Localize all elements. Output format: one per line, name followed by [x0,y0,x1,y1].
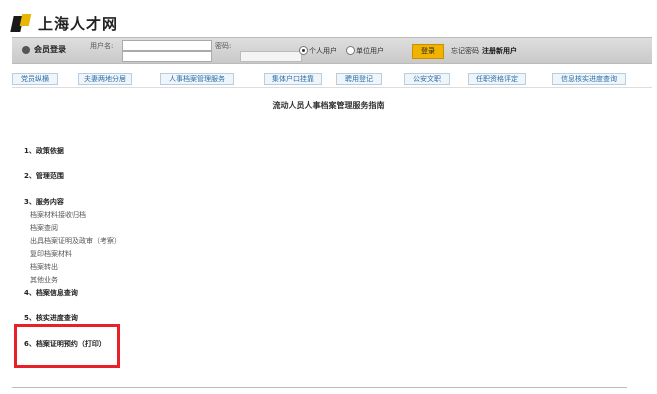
login-button[interactable]: 登录 [412,44,444,59]
nav-item-dangan[interactable]: 人事档案管理服务 [160,73,234,85]
nav-item-zige[interactable]: 任职资格评定 [468,73,526,85]
site-logo[interactable]: 上海人才网 [10,12,119,34]
section-archive-query[interactable]: 4、档案信息查询 [24,288,78,298]
service-item[interactable]: 复印档案材料 [30,249,72,259]
section-policy[interactable]: 1、政策依据 [24,146,64,156]
section-services[interactable]: 3、服务内容 [24,197,64,207]
highlight-box [14,324,120,368]
nav-item-dangyuan[interactable]: 党员纵横 [12,73,58,85]
register-link[interactable]: 注册新用户 [482,46,517,56]
password-label: 密码: [215,42,232,50]
service-item[interactable]: 其他业务 [30,275,58,285]
section-progress-query[interactable]: 5、核实进度查询 [24,313,78,323]
user-icon [22,46,30,54]
login-title: 会员登录 [34,45,66,54]
username-input-lower[interactable] [122,51,212,62]
page-title: 流动人员人事档案管理服务指南 [272,101,385,110]
radio-company-label: 单位用户 [356,47,384,55]
nav-item-hezhi[interactable]: 信息核实进度查询 [552,73,626,85]
divider [12,87,652,88]
section-scope[interactable]: 2、管理范围 [24,171,64,181]
login-bar: 会员登录 用户名: 密码: 个人用户 单位用户 登录 忘记密码 注册新用户 [12,37,652,64]
radio-personal-label: 个人用户 [309,47,337,55]
radio-personal[interactable] [299,46,308,55]
forgot-password-link[interactable]: 忘记密码 [451,46,479,56]
nav-bar: 党员纵横 夫妻两地分居 人事档案管理服务 集体户口挂靠 聘用登记 公安文职 任职… [12,73,652,85]
username-label: 用户名: [90,42,114,50]
service-item[interactable]: 档案材料接收归档 [30,210,86,220]
password-input[interactable] [240,51,302,62]
site-name: 上海人才网 [38,14,119,33]
nav-item-pinyong[interactable]: 聘用登记 [336,73,382,85]
service-item[interactable]: 档案查阅 [30,223,58,233]
nav-item-gongan[interactable]: 公安文职 [404,73,450,85]
nav-item-fuqi[interactable]: 夫妻两地分居 [78,73,132,85]
username-input[interactable] [122,40,212,51]
nav-item-hukou[interactable]: 集体户口挂靠 [264,73,322,85]
radio-company[interactable] [346,46,355,55]
service-item[interactable]: 出具档案证明及政审（考察） [30,236,121,246]
bottom-divider [12,387,627,388]
logo-icon [10,14,32,32]
service-item[interactable]: 档案转出 [30,262,58,272]
